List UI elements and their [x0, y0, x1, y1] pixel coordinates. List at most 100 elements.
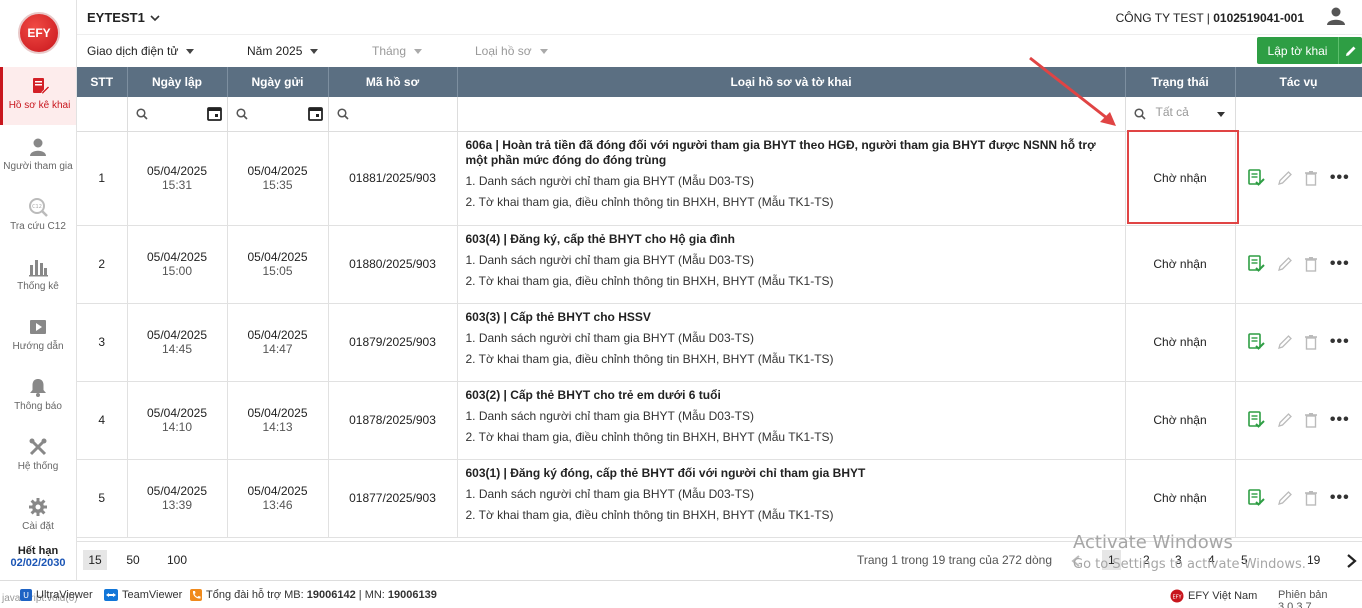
- more-options-icon[interactable]: •••: [1330, 489, 1350, 507]
- caret-down-icon: [414, 49, 423, 55]
- sidebar-item-thong-ke[interactable]: Thống kê: [0, 248, 76, 306]
- trash-icon[interactable]: [1304, 490, 1318, 506]
- doc-title[interactable]: 606a | Hoàn trả tiền đã đóng đối với ngư…: [466, 138, 1117, 168]
- row-doc-type: 603(1) | Đăng ký đóng, cấp thẻ BHYT đối …: [457, 459, 1126, 538]
- user-account-icon[interactable]: [1326, 6, 1346, 26]
- view-check-icon[interactable]: [1247, 169, 1265, 187]
- doc-form-2[interactable]: 2. Tờ khai tham gia, điều chỉnh thông ti…: [466, 427, 1117, 448]
- efy-small-logo-icon: EFY: [1170, 589, 1184, 603]
- col-header-created-date[interactable]: Ngày lập: [127, 67, 228, 97]
- page-size-50[interactable]: 50: [121, 550, 145, 570]
- more-options-icon[interactable]: •••: [1330, 411, 1350, 429]
- more-options-icon[interactable]: •••: [1330, 333, 1350, 351]
- sidebar-item-thong-bao[interactable]: Thông báo: [0, 368, 76, 426]
- transaction-type-value: Giao dịch điện tử: [87, 44, 179, 58]
- table-row[interactable]: 3 05/04/2025 14:45 05/04/2025 14:47 01879/202…: [77, 303, 1362, 382]
- sidebar-item-nguoi-tham-gia[interactable]: Người tham gia: [0, 128, 76, 186]
- chevron-right-icon[interactable]: [1345, 554, 1357, 568]
- pencil-icon: [1338, 37, 1362, 64]
- more-options-icon[interactable]: •••: [1330, 169, 1350, 187]
- teamviewer-link[interactable]: TeamViewer: [104, 589, 182, 601]
- year-select[interactable]: Năm 2025: [247, 44, 319, 58]
- view-check-icon[interactable]: [1247, 333, 1265, 351]
- ultraviewer-link[interactable]: U UltraViewer: [20, 589, 93, 601]
- create-declaration-button[interactable]: Lập tờ khai: [1257, 37, 1362, 64]
- efy-logo[interactable]: EFY: [18, 12, 60, 54]
- doc-form-1[interactable]: 1. Danh sách người chỉ tham gia BHYT (Mẫ…: [466, 171, 1117, 192]
- company-code: 0102519041-001: [1213, 11, 1304, 25]
- table-row[interactable]: 4 05/04/2025 14:10 05/04/2025 14:13 01878/202…: [77, 381, 1362, 460]
- more-options-icon[interactable]: •••: [1330, 255, 1350, 273]
- tenant-selector[interactable]: EYTEST1: [87, 10, 160, 25]
- doc-form-1[interactable]: 1. Danh sách người chỉ tham gia BHYT (Mẫ…: [466, 328, 1117, 349]
- svg-text:EFY: EFY: [1172, 595, 1182, 601]
- row-doc-type: 606a | Hoàn trả tiền đã đóng đối với ngư…: [457, 131, 1126, 226]
- edit-pencil-icon[interactable]: [1277, 412, 1293, 428]
- transaction-type-select[interactable]: Giao dịch điện tử: [87, 44, 195, 58]
- create-declaration-label: Lập tờ khai: [1267, 43, 1328, 58]
- row-created: 05/04/2025 13:39: [127, 459, 228, 538]
- created-time: 15:31: [161, 178, 193, 192]
- page-19[interactable]: 19: [1307, 553, 1320, 567]
- trash-icon[interactable]: [1304, 334, 1318, 350]
- doc-form-2[interactable]: 2. Tờ khai tham gia, điều chỉnh thông ti…: [466, 271, 1117, 292]
- company-name: CÔNG TY TEST |: [1115, 11, 1214, 25]
- col-header-sent-date[interactable]: Ngày gửi: [227, 67, 329, 97]
- doc-title[interactable]: 603(1) | Đăng ký đóng, cấp thẻ BHYT đối …: [466, 466, 1117, 481]
- search-icon: [135, 108, 148, 120]
- doc-type-select[interactable]: Loại hồ sơ: [475, 44, 548, 58]
- page-size-100[interactable]: 100: [163, 550, 191, 570]
- code-filter[interactable]: [328, 97, 458, 132]
- doc-form-1[interactable]: 1. Danh sách người chỉ tham gia BHYT (Mẫ…: [466, 406, 1117, 427]
- row-sent: 05/04/2025 15:35: [227, 131, 329, 226]
- sidebar-item-tra-cuu-c12[interactable]: C12 Tra cứu C12: [0, 188, 76, 246]
- bell-icon: [30, 379, 46, 397]
- doc-form-1[interactable]: 1. Danh sách người chỉ tham gia BHYT (Mẫ…: [466, 484, 1117, 505]
- support-mb: 19006142: [306, 589, 356, 601]
- doc-form-1[interactable]: 1. Danh sách người chỉ tham gia BHYT (Mẫ…: [466, 250, 1117, 271]
- search-icon: [235, 108, 248, 120]
- doc-form-2[interactable]: 2. Tờ khai tham gia, điều chỉnh thông ti…: [466, 192, 1117, 213]
- trash-icon[interactable]: [1304, 256, 1318, 272]
- row-code: 01880/2025/903: [328, 225, 458, 304]
- row-sent: 05/04/2025 13:46: [227, 459, 329, 538]
- created-date: 05/04/2025: [146, 328, 208, 342]
- calendar-icon[interactable]: [307, 106, 323, 121]
- sidebar-item-huong-dan[interactable]: Hướng dẫn: [0, 308, 76, 366]
- view-check-icon[interactable]: [1247, 489, 1265, 507]
- col-header-code[interactable]: Mã hồ sơ: [328, 67, 458, 97]
- guide-video-icon: [30, 320, 46, 334]
- edit-pencil-icon[interactable]: [1277, 256, 1293, 272]
- efy-brand: EFY EFY Việt Nam: [1170, 589, 1257, 603]
- sidebar-item-label: Hồ sơ kê khai: [8, 100, 71, 111]
- row-code: 01877/2025/903: [328, 459, 458, 538]
- created-time: 14:10: [161, 420, 193, 434]
- edit-pencil-icon[interactable]: [1277, 490, 1293, 506]
- table-row[interactable]: 2 05/04/2025 15:00 05/04/2025 15:05 01880/202…: [77, 225, 1362, 304]
- calendar-icon[interactable]: [206, 106, 222, 121]
- search-c12-icon: C12: [29, 198, 48, 217]
- sidebar-item-cai-dat[interactable]: Cài đặt: [0, 488, 76, 546]
- sent-date-filter[interactable]: [227, 97, 329, 132]
- edit-pencil-icon[interactable]: [1277, 170, 1293, 186]
- edit-pencil-icon[interactable]: [1277, 334, 1293, 350]
- view-check-icon[interactable]: [1247, 255, 1265, 273]
- doc-form-2[interactable]: 2. Tờ khai tham gia, điều chỉnh thông ti…: [466, 505, 1117, 526]
- doc-title[interactable]: 603(3) | Cấp thẻ BHYT cho HSSV: [466, 310, 1117, 325]
- doc-title[interactable]: 603(4) | Đăng ký, cấp thẻ BHYT cho Hộ gi…: [466, 232, 1117, 247]
- page-size-15[interactable]: 15: [83, 550, 107, 570]
- expiry-date: 02/02/2030: [10, 557, 66, 569]
- sidebar-item-he-thong[interactable]: Hệ thống: [0, 428, 76, 486]
- table-row[interactable]: 5 05/04/2025 13:39 05/04/2025 13:46 01877/202…: [77, 459, 1362, 538]
- doc-form-2[interactable]: 2. Tờ khai tham gia, điều chỉnh thông ti…: [466, 349, 1117, 370]
- row-doc-type: 603(2) | Cấp thẻ BHYT cho trẻ em dưới 6 …: [457, 381, 1126, 460]
- month-select[interactable]: Tháng: [372, 44, 423, 58]
- sidebar-item-ho-so-ke-khai[interactable]: Hồ sơ kê khai: [0, 67, 76, 125]
- trash-icon[interactable]: [1304, 412, 1318, 428]
- trash-icon[interactable]: [1304, 170, 1318, 186]
- doc-title[interactable]: 603(2) | Cấp thẻ BHYT cho trẻ em dưới 6 …: [466, 388, 1117, 403]
- view-check-icon[interactable]: [1247, 411, 1265, 429]
- status-filter[interactable]: Tất cả: [1125, 97, 1236, 132]
- row-status: Chờ nhận: [1125, 303, 1236, 382]
- created-date-filter[interactable]: [127, 97, 228, 132]
